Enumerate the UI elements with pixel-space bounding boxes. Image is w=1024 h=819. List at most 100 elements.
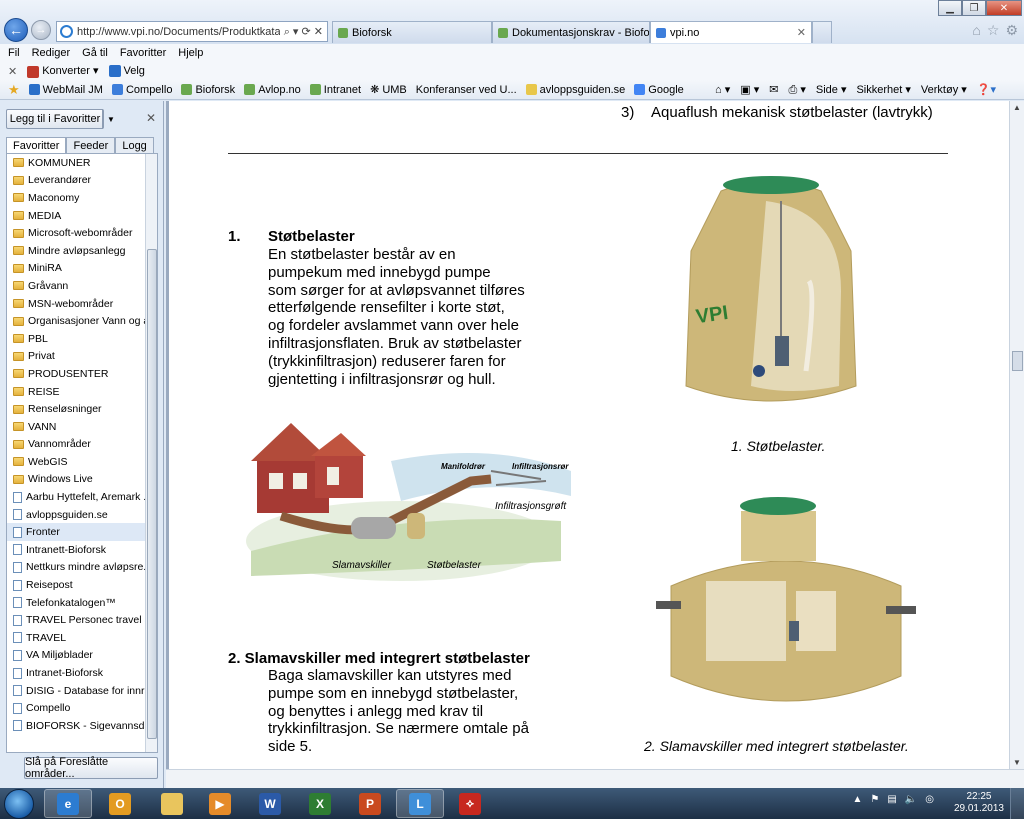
mail-icon[interactable]: ✉ (769, 83, 778, 96)
favorites-item[interactable]: MiniRA (7, 260, 157, 278)
favorites-item[interactable]: Nettkurs mindre avløpsre... (7, 559, 157, 577)
favorites-item[interactable]: Mindre avløpsanlegg (7, 242, 157, 260)
favorites-item[interactable]: VA Miljøblader (7, 647, 157, 665)
taskbar-powerpoint[interactable]: P (346, 789, 394, 818)
favorites-item[interactable]: Fronter (7, 523, 157, 542)
clock[interactable]: 22:25 29.01.2013 (954, 791, 1004, 815)
favorites-item[interactable]: PRODUSENTER (7, 365, 157, 383)
network-icon[interactable]: ▤ (887, 794, 896, 805)
favorites-item[interactable]: Reisepost (7, 576, 157, 594)
fav-intranet[interactable]: Intranet (309, 84, 361, 96)
taskbar-pdf[interactable]: ⟡ (446, 789, 494, 818)
favorites-item[interactable]: TRAVEL Personec travel 5.0 (7, 611, 157, 629)
volume-icon[interactable]: 🔈 (905, 794, 917, 805)
rss-icon[interactable]: ▣ ▾ (740, 83, 759, 96)
sync-icon[interactable]: ◎ (925, 794, 934, 805)
chevron-up-icon[interactable]: ▲ (852, 794, 862, 805)
fav-compello[interactable]: Compello (111, 84, 172, 96)
close-window-button[interactable]: ✕ (986, 0, 1022, 16)
maximize-button[interactable]: ❐ (962, 0, 986, 16)
new-tab-button[interactable] (812, 21, 832, 43)
menu-favoritter[interactable]: Favoritter (120, 47, 166, 59)
favorites-item[interactable]: DISIG - Database for innra... (7, 682, 157, 700)
fav-avloppsguiden[interactable]: avloppsguiden.se (525, 84, 625, 96)
help-icon[interactable]: ❓▾ (977, 83, 996, 96)
taskbar-lync[interactable]: L (396, 789, 444, 818)
favorites-item[interactable]: Leverandører (7, 172, 157, 190)
print-icon[interactable]: ⎙ ▾ (788, 83, 805, 97)
taskbar-ie[interactable]: e (44, 789, 92, 818)
chevron-down-icon[interactable]: ▼ (102, 109, 119, 129)
scroll-up-icon[interactable]: ▲ (1013, 103, 1021, 112)
close-icon[interactable]: ✕ (146, 111, 156, 125)
favorites-item[interactable]: Intranett-Bioforsk (7, 541, 157, 559)
close-icon[interactable]: ✕ (8, 65, 17, 78)
convert-button[interactable]: Konverter ▾ (27, 64, 99, 78)
select-button[interactable]: Velg (108, 65, 145, 78)
back-button[interactable]: ← (4, 18, 28, 42)
menu-side[interactable]: Side ▾ (816, 83, 847, 96)
favorites-item[interactable]: Compello (7, 699, 157, 717)
favorites-item[interactable]: MSN-webområder (7, 295, 157, 313)
flag-icon[interactable]: ⚑ (870, 794, 879, 805)
fav-avlop[interactable]: Avlop.no (244, 84, 301, 96)
favorites-item[interactable]: Privat (7, 348, 157, 366)
favorites-item[interactable]: PBL (7, 330, 157, 348)
fav-umb[interactable]: ❋ UMB (370, 83, 407, 97)
favorites-scrollbar[interactable] (145, 154, 157, 752)
favorites-item[interactable]: VANN (7, 418, 157, 436)
taskbar-word[interactable]: W (246, 789, 294, 818)
menu-hjelp[interactable]: Hjelp (178, 47, 203, 59)
menu-ga-til[interactable]: Gå til (82, 47, 108, 59)
menu-rediger[interactable]: Rediger (32, 47, 71, 59)
favorites-item[interactable]: Aarbu Hyttefelt, Aremark ... (7, 488, 157, 506)
favorites-item[interactable]: BIOFORSK - Sigevannsdat... (7, 717, 157, 735)
forward-button[interactable]: → (31, 20, 51, 40)
show-desktop-button[interactable] (1010, 788, 1024, 819)
favorites-item[interactable]: Gråvann (7, 277, 157, 295)
taskbar-media[interactable]: ▶ (196, 789, 244, 818)
favorites-item[interactable]: REISE (7, 383, 157, 401)
favorites-item[interactable]: Windows Live (7, 471, 157, 489)
scroll-thumb[interactable] (1012, 351, 1023, 371)
close-tab-icon[interactable]: ✕ (797, 26, 806, 39)
favorites-item[interactable]: MEDIA (7, 207, 157, 225)
favorites-item[interactable]: Intranet-Bioforsk (7, 664, 157, 682)
favorites-item[interactable]: Telefonkatalogen™ (7, 594, 157, 612)
address-url[interactable]: http://www.vpi.no/Documents/Produktkatal… (77, 26, 280, 38)
tab-bioforsk[interactable]: Bioforsk (332, 21, 492, 43)
add-to-favorites-button[interactable]: Legg til i Favoritter (6, 109, 104, 129)
taskbar-excel[interactable]: X (296, 789, 344, 818)
gear-icon[interactable]: ⚙ (1005, 22, 1018, 39)
favorites-item[interactable]: Vannområder (7, 436, 157, 454)
start-button[interactable] (4, 789, 34, 819)
tab-favoritter[interactable]: Favoritter (6, 137, 67, 153)
fav-konferanser[interactable]: Konferanser ved U... (416, 84, 517, 96)
menu-verktoy[interactable]: Verktøy ▾ (921, 83, 967, 96)
taskbar-outlook[interactable]: O (96, 789, 144, 818)
fav-bioforsk[interactable]: Bioforsk (181, 84, 235, 96)
document-scrollbar[interactable]: ▲ ▼ (1009, 101, 1024, 769)
home-icon[interactable]: ⌂ ▾ (715, 83, 730, 96)
tab-feeder[interactable]: Feeder (66, 137, 116, 153)
fav-webmail[interactable]: WebMail JM (28, 84, 103, 96)
favorites-item[interactable]: KOMMUNER (7, 154, 157, 172)
scroll-down-icon[interactable]: ▼ (1013, 758, 1021, 767)
menu-fil[interactable]: Fil (8, 47, 20, 59)
tab-vpi[interactable]: vpi.no ✕ (650, 21, 812, 43)
address-bar[interactable]: http://www.vpi.no/Documents/Produktkatal… (56, 21, 328, 42)
scroll-thumb[interactable] (147, 249, 157, 739)
favorites-item[interactable]: WebGIS (7, 453, 157, 471)
fav-google[interactable]: Google (634, 84, 684, 96)
favorites-item[interactable]: Organisasjoner Vann og a... (7, 312, 157, 330)
minimize-button[interactable]: ▁ (938, 0, 962, 16)
favorites-item[interactable]: TRAVEL (7, 629, 157, 647)
star-icon[interactable]: ★ (8, 82, 20, 98)
favorites-item[interactable]: avloppsguiden.se (7, 506, 157, 524)
favorites-item[interactable]: Microsoft-webområder (7, 224, 157, 242)
horizontal-scrollbar[interactable] (166, 769, 1024, 788)
taskbar-explorer[interactable] (148, 789, 196, 818)
home-icon[interactable]: ⌂ (972, 22, 980, 39)
suggested-sites-button[interactable]: Slå på Foreslåtte områder... (24, 756, 158, 780)
star-icon[interactable]: ☆ (987, 22, 1000, 39)
